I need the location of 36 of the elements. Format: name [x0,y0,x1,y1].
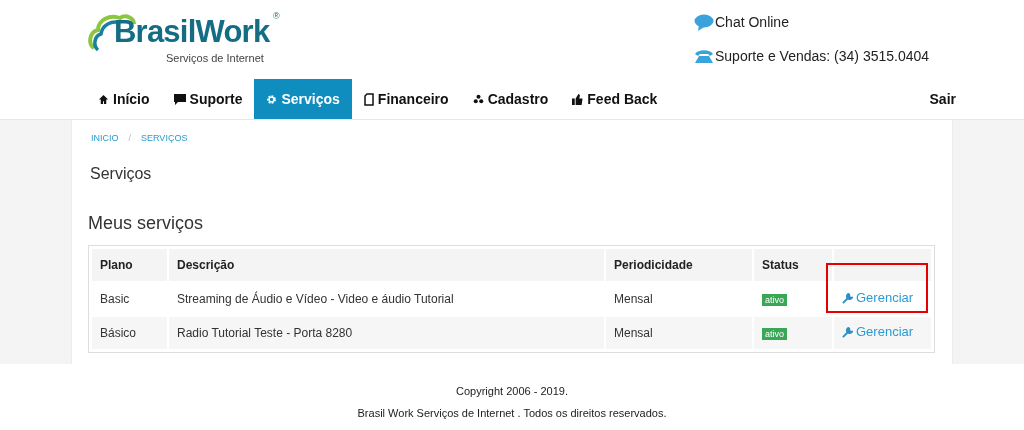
nav-tab[interactable]: Financeiro [351,79,461,119]
status-badge: ativo [762,327,787,340]
users-icon [472,93,484,105]
document-icon [363,92,374,106]
logo-text: BrasilWork [114,16,270,47]
logout-link[interactable]: Sair [929,79,956,119]
footer-text: Copyright 2006 - 2019. [456,384,568,399]
wrench-icon [842,292,853,304]
nav-tab[interactable]: Cadastro [460,79,561,119]
registered-mark: ® [273,10,280,23]
table-cell: Radio Tutorial Teste - Porta 8280 [169,316,604,349]
nav-tab[interactable]: Suporte [161,79,255,119]
speech-bubble-icon [173,93,186,105]
table-cell: Mensal [606,316,752,349]
telephone-icon [694,49,714,64]
status-badge: ativo [762,293,787,306]
section-title: Meus serviços [88,211,205,235]
chat-bubble-icon [694,14,714,31]
logo-tagline: Serviços de Internet [166,51,264,66]
nav-tab[interactable]: Feed Back [560,79,670,119]
footer-text: Brasil Work Serviços de Internet . Todos os direitos reservados. [357,405,667,421]
settings-icon [266,93,278,105]
contact-text: Suporte e Vendas: (34) 3515.0404 [715,47,930,66]
breadcrumb-separator: / [128,132,132,145]
column-header: Descrição [169,248,604,281]
column-header: Status [754,248,832,281]
contact-text: Chat Online [715,13,789,32]
table-cell: Básico [92,316,167,349]
column-header: Plano [92,248,167,281]
wrench-icon [842,326,853,338]
thumbs-up-icon [572,93,584,105]
nav-tab[interactable]: Serviços [254,79,352,119]
page-title: Serviços [89,163,153,184]
nav-tab[interactable]: Início [86,79,162,119]
column-header: Periodicidade [606,248,752,281]
home-icon [98,93,109,105]
